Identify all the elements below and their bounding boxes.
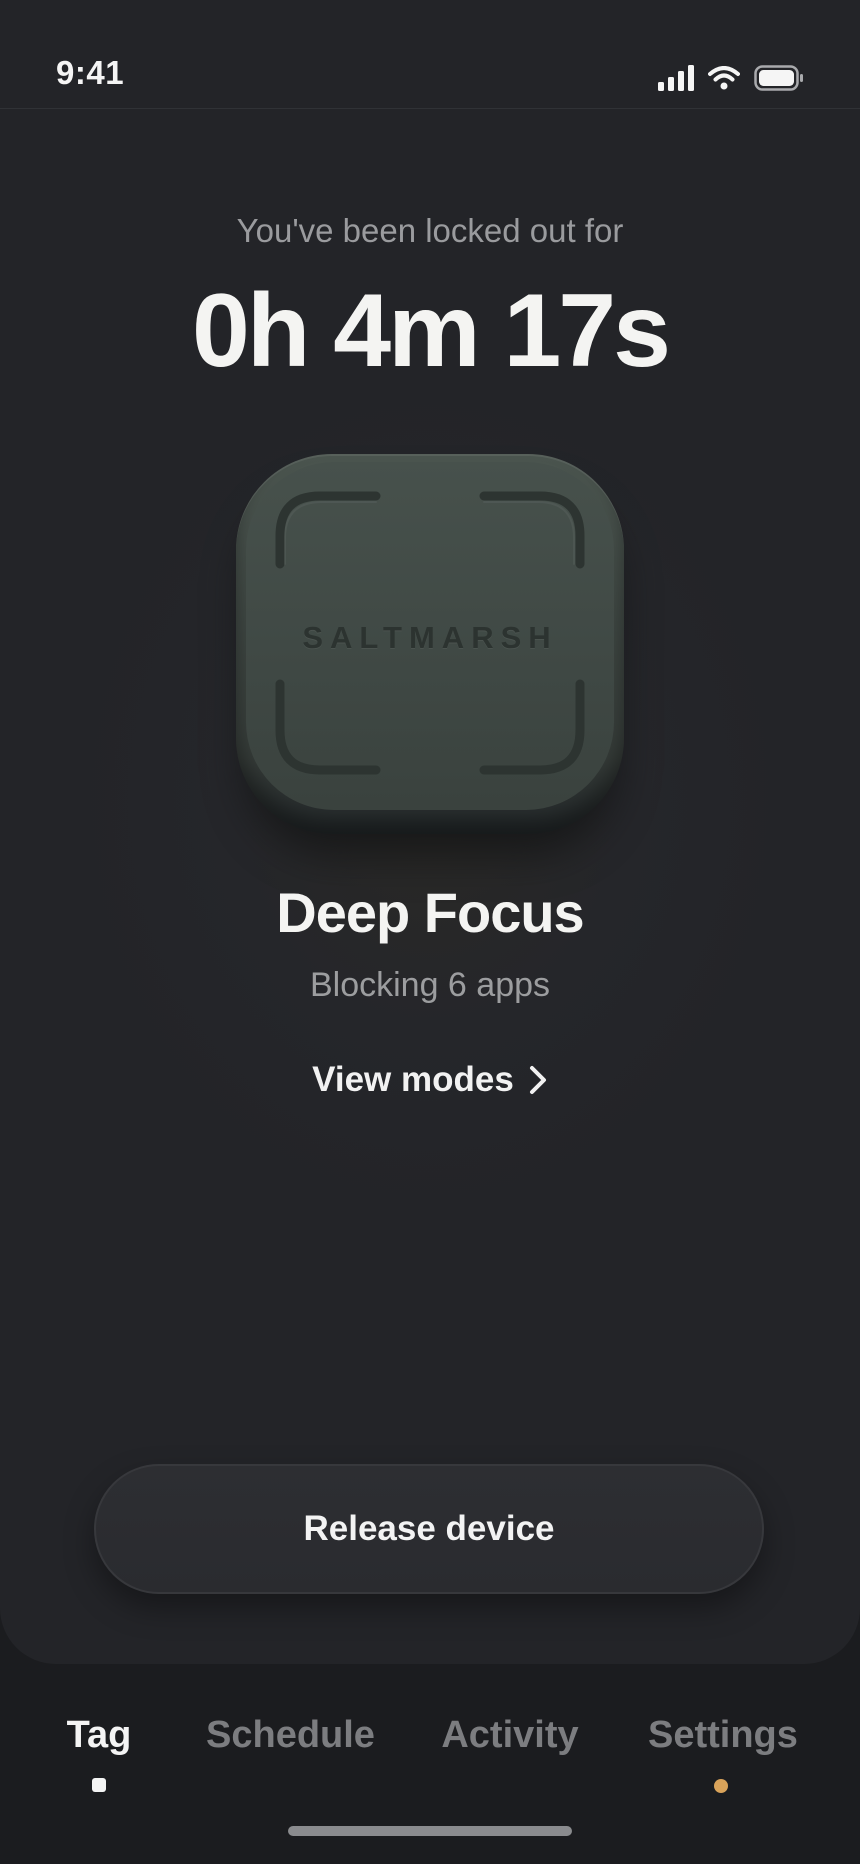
device-body: SALTMARSH (236, 454, 624, 834)
mode-subtitle: Blocking 6 apps (309, 966, 551, 1004)
lockout-caption: You've been locked out for (236, 212, 624, 249)
tab-activity[interactable]: Activity (440, 1714, 580, 1757)
cellular-signal-icon (658, 65, 694, 91)
settings-notification-dot (713, 1778, 729, 1799)
view-modes-link[interactable]: View modes (0, 1060, 860, 1100)
tab-schedule-label: Schedule (206, 1714, 375, 1756)
tab-tag-label: Tag (66, 1714, 132, 1756)
wifi-icon (708, 66, 740, 90)
tab-settings-label: Settings (648, 1714, 798, 1756)
main-screen: 9:41 You've been locked out for 0h 4m 17… (0, 0, 860, 1664)
battery-icon (754, 65, 803, 91)
lockout-timer: 0h 4m 17s (192, 273, 671, 389)
tab-schedule[interactable]: Schedule (206, 1714, 375, 1757)
status-icons (658, 64, 804, 92)
view-modes-label: View modes (312, 1060, 514, 1099)
status-bar: 9:41 (0, 0, 860, 109)
chevron-right-icon (529, 1066, 546, 1094)
home-indicator[interactable] (288, 1826, 572, 1836)
tab-settings[interactable]: Settings (648, 1714, 798, 1757)
tab-tag[interactable]: Tag (56, 1714, 142, 1757)
status-time: 9:41 (56, 54, 125, 91)
device-tag-image: SALTMARSH (236, 454, 624, 854)
mode-name: Deep Focus (276, 881, 584, 944)
device-brand-label: SALTMARSH (302, 620, 558, 655)
release-device-button[interactable]: Release device (94, 1464, 764, 1594)
tab-tag-active-indicator (92, 1778, 106, 1797)
tab-activity-label: Activity (441, 1714, 579, 1756)
